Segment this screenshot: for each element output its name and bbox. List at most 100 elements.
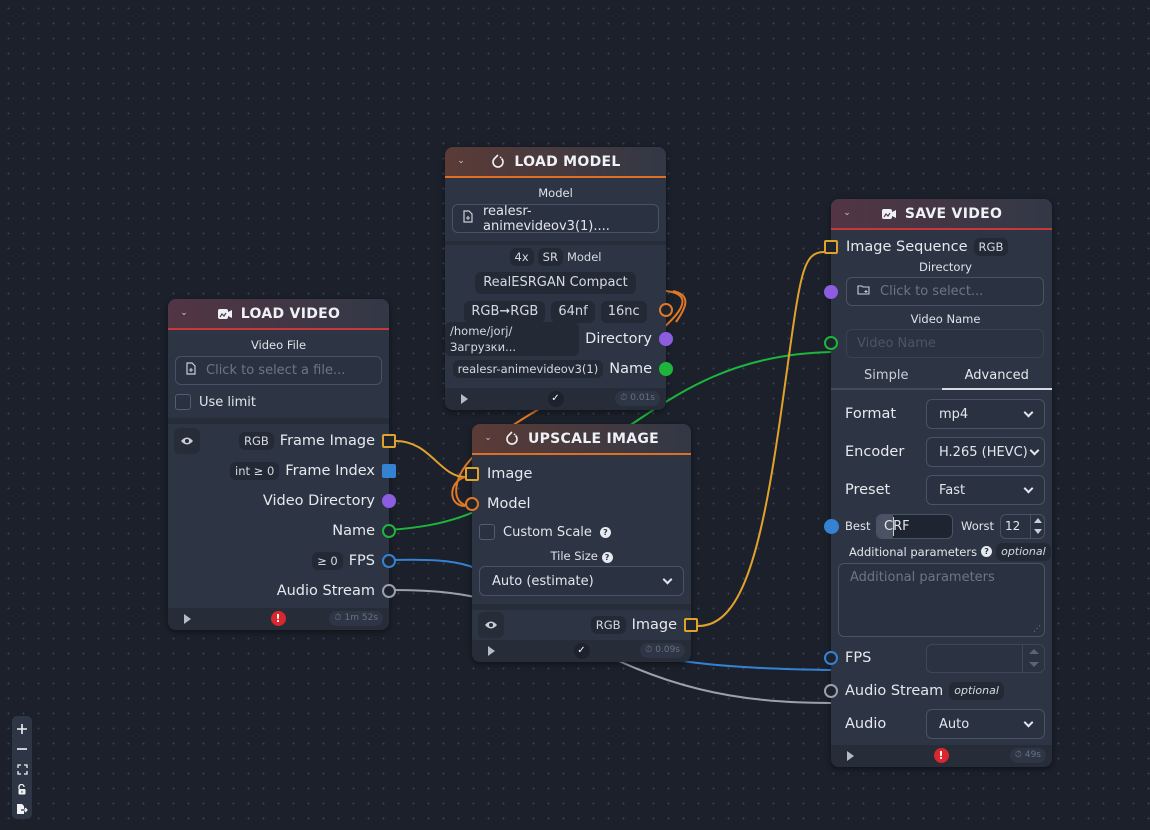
use-limit-checkbox[interactable] bbox=[175, 394, 191, 410]
output-frame-image: RGB Frame Image bbox=[168, 426, 396, 456]
eye-icon[interactable] bbox=[478, 612, 504, 638]
play-icon[interactable] bbox=[184, 614, 191, 624]
play-icon[interactable] bbox=[461, 394, 468, 404]
edge-model-head[interactable] bbox=[672, 290, 687, 323]
zoom-out-icon[interactable] bbox=[12, 739, 32, 759]
stepper-up-icon[interactable] bbox=[1028, 648, 1039, 654]
tile-size-select[interactable]: Auto (estimate) bbox=[479, 566, 684, 596]
directory-handle[interactable] bbox=[659, 332, 673, 346]
custom-scale-checkbox[interactable] bbox=[479, 524, 495, 540]
video-file-picker[interactable]: Click to select a file... bbox=[175, 356, 382, 385]
video-name-input[interactable]: Video Name bbox=[846, 329, 1044, 358]
audio-stream-input-handle[interactable] bbox=[824, 684, 838, 698]
zoom-in-icon[interactable] bbox=[12, 719, 32, 739]
encoder-select[interactable]: H.265 (HEVC) bbox=[926, 437, 1045, 467]
canvas-controls bbox=[12, 716, 32, 819]
node-header[interactable]: ⌄ LOAD VIDEO bbox=[168, 299, 389, 330]
load-video-node[interactable]: ⌄ LOAD VIDEO Video File Click to select … bbox=[168, 299, 396, 630]
video-name-input-handle[interactable] bbox=[824, 336, 838, 350]
tab-simple[interactable]: Simple bbox=[831, 364, 942, 388]
fit-view-icon[interactable] bbox=[12, 759, 32, 779]
crf-number-input[interactable]: 12 bbox=[1000, 513, 1045, 539]
eye-icon[interactable] bbox=[174, 428, 200, 454]
fps-input-handle[interactable] bbox=[824, 651, 838, 665]
help-icon[interactable]: ? bbox=[981, 546, 993, 557]
name-handle[interactable] bbox=[382, 524, 396, 538]
load-model-node[interactable]: ⌄ LOAD MODEL Model realesr-animevideov3(… bbox=[445, 147, 673, 410]
frame-image-handle[interactable] bbox=[382, 434, 396, 448]
resize-handle-icon[interactable]: ⋰ bbox=[1033, 624, 1041, 633]
collapse-chevron-icon[interactable]: ⌄ bbox=[482, 432, 494, 444]
video-file-placeholder: Click to select a file... bbox=[206, 363, 346, 378]
error-status-icon[interactable]: ! bbox=[270, 611, 286, 626]
audio-stream-handle[interactable] bbox=[382, 584, 396, 598]
audio-value: Auto bbox=[939, 716, 970, 732]
stepper-up-icon[interactable] bbox=[1033, 517, 1042, 523]
output-fps: ≥ 0 FPS bbox=[168, 546, 396, 576]
export-icon[interactable] bbox=[12, 799, 32, 819]
unlock-icon[interactable] bbox=[12, 779, 32, 799]
node-footer: ✓ ⏱ 0.01s bbox=[445, 388, 666, 410]
preset-row: Preset Fast bbox=[831, 471, 1052, 509]
input-model: Model bbox=[465, 489, 684, 519]
collapse-chevron-icon[interactable]: ⌄ bbox=[455, 155, 467, 167]
name-value-tag: realesr-animevideov3(1) bbox=[452, 360, 604, 378]
model-input-handle[interactable] bbox=[465, 497, 479, 511]
output-label: Name bbox=[332, 523, 375, 539]
directory-picker[interactable]: Click to select... bbox=[846, 277, 1044, 306]
additional-params-label: Additional parameters bbox=[849, 544, 978, 559]
format-select[interactable]: mp4 bbox=[926, 399, 1045, 429]
output-label: Audio Stream bbox=[276, 583, 375, 599]
directory-input-handle[interactable] bbox=[824, 285, 838, 299]
save-video-node[interactable]: ⌄ SAVE VIDEO Image Sequence RGB Director… bbox=[824, 199, 1052, 767]
collapse-chevron-icon[interactable]: ⌄ bbox=[178, 307, 190, 319]
preset-select[interactable]: Fast bbox=[926, 475, 1045, 505]
image-sequence-handle[interactable] bbox=[824, 240, 838, 254]
additional-params-placeholder: Additional parameters bbox=[850, 570, 995, 585]
upscale-image-node[interactable]: ⌄ UPSCALE IMAGE Image Model Custom Scale… bbox=[465, 424, 698, 662]
output-label: Name bbox=[609, 361, 652, 377]
edge-frame-image[interactable] bbox=[395, 440, 466, 478]
error-status-icon[interactable]: ! bbox=[933, 748, 949, 763]
edge-model-tail[interactable] bbox=[451, 476, 466, 507]
chevron-down-icon bbox=[1023, 483, 1034, 493]
node-header[interactable]: ⌄ UPSCALE IMAGE bbox=[472, 424, 691, 455]
additional-params-textarea[interactable]: Additional parameters ⋰ bbox=[838, 563, 1045, 637]
tile-size-value: Auto (estimate) bbox=[492, 573, 594, 589]
fps-handle[interactable] bbox=[382, 554, 396, 568]
help-icon[interactable]: ? bbox=[601, 552, 613, 563]
type-tag: RGB bbox=[590, 616, 626, 634]
collapse-chevron-icon[interactable]: ⌄ bbox=[841, 207, 853, 219]
frame-index-handle[interactable] bbox=[382, 464, 396, 478]
audio-stream-row: Audio Stream optional bbox=[824, 675, 1052, 707]
crf-input-handle[interactable] bbox=[824, 519, 839, 534]
node-header[interactable]: ⌄ SAVE VIDEO bbox=[831, 199, 1052, 230]
video-directory-handle[interactable] bbox=[382, 494, 396, 508]
mode-tabs: Simple Advanced bbox=[831, 364, 1052, 390]
nc-tag: 16nc bbox=[600, 301, 647, 323]
help-icon[interactable]: ? bbox=[599, 526, 611, 538]
stepper-down-icon[interactable] bbox=[1033, 529, 1042, 535]
model-file-picker[interactable]: realesr-animevideov3(1).... bbox=[452, 204, 659, 234]
name-handle[interactable] bbox=[659, 362, 673, 376]
color-tag: RGB➞RGB bbox=[464, 301, 546, 323]
output-label: Frame Index bbox=[285, 463, 375, 479]
image-output-handle[interactable] bbox=[684, 618, 698, 632]
crf-slider[interactable]: CRF bbox=[876, 513, 953, 539]
crf-best-label: Best bbox=[845, 519, 871, 533]
play-icon[interactable] bbox=[488, 646, 495, 656]
node-header[interactable]: ⌄ LOAD MODEL bbox=[445, 147, 666, 178]
stopwatch-icon: ⏱ bbox=[645, 645, 653, 655]
stepper-down-icon[interactable] bbox=[1028, 662, 1039, 668]
image-input-handle[interactable] bbox=[465, 467, 479, 481]
play-icon[interactable] bbox=[847, 751, 854, 761]
fps-number-input[interactable] bbox=[926, 643, 1045, 673]
edge-upscaled-image[interactable] bbox=[697, 251, 825, 627]
output-audio-stream: Audio Stream bbox=[168, 576, 396, 606]
audio-select[interactable]: Auto bbox=[926, 709, 1045, 739]
audio-stream-label: Audio Stream bbox=[845, 683, 944, 699]
node-editor-canvas[interactable]: ⌄ LOAD VIDEO Video File Click to select … bbox=[0, 0, 1150, 830]
nf-tag: 64nf bbox=[551, 301, 595, 323]
model-output-handle[interactable] bbox=[659, 303, 673, 317]
tab-advanced[interactable]: Advanced bbox=[941, 364, 1052, 390]
